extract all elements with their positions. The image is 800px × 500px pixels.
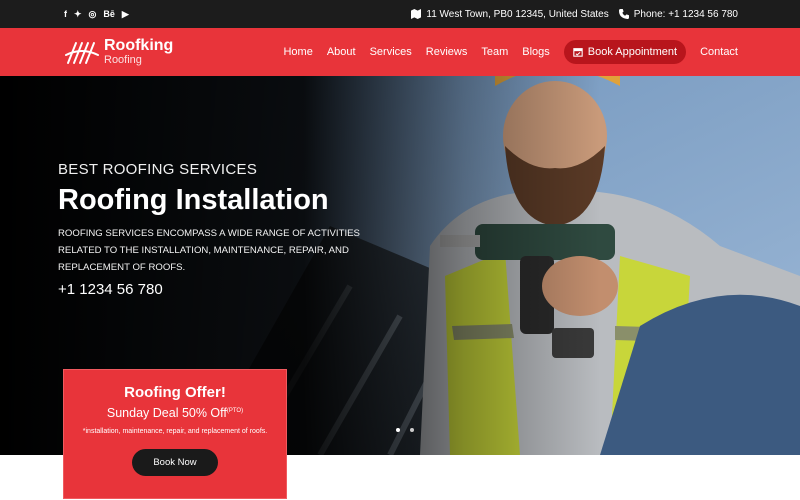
nav-blogs[interactable]: Blogs <box>522 46 550 58</box>
logo-title: Roofking <box>104 37 174 54</box>
phone-text[interactable]: Phone: +1 1234 56 780 <box>634 9 738 20</box>
book-appointment-button[interactable]: Book Appointment <box>563 40 687 64</box>
nav-home[interactable]: Home <box>283 46 312 58</box>
dribbble-icon[interactable]: ◎ <box>89 9 97 20</box>
phone-item: Phone: +1 1234 56 780 <box>618 9 738 20</box>
calendar-icon <box>573 48 583 57</box>
hero-phone[interactable]: +1 1234 56 780 <box>58 281 378 298</box>
hero-content: BEST ROOFING SERVICES Roofing Installati… <box>58 161 378 298</box>
slider-dot-1[interactable] <box>396 428 400 432</box>
logo[interactable]: Roofking Roofing <box>64 37 173 67</box>
behance-icon[interactable]: Bē <box>103 9 115 19</box>
top-contact-info: 11 West Town, PB0 12345, United States P… <box>411 9 738 20</box>
logo-subtitle: Roofing <box>104 54 142 66</box>
nav-contact[interactable]: Contact <box>700 46 738 58</box>
youtube-icon[interactable]: ▶ <box>122 9 129 20</box>
top-bar: f ✦ ◎ Bē ▶ 11 West Town, PB0 12345, Unit… <box>0 0 800 28</box>
hero-headline: Roofing Installation <box>58 184 329 216</box>
slider-dots <box>396 428 414 432</box>
nav-reviews[interactable]: Reviews <box>426 46 468 58</box>
nav-services[interactable]: Services <box>370 46 412 58</box>
offer-note: *installation, maintenance, repair, and … <box>82 428 268 435</box>
slider-dot-2[interactable] <box>410 428 414 432</box>
book-now-button[interactable]: Book Now <box>132 449 218 476</box>
map-icon <box>411 9 422 19</box>
nav-about[interactable]: About <box>327 46 356 58</box>
main-navbar: Roofking Roofing Home About Services Rev… <box>0 28 800 76</box>
offer-deal: Sunday Deal 50% Off(PTO) <box>64 406 286 420</box>
offer-card: Roofing Offer! Sunday Deal 50% Off(PTO) … <box>63 369 287 499</box>
offer-deal-text: Sunday Deal 50% Off <box>106 406 227 420</box>
hero-eyebrow: BEST ROOFING SERVICES <box>58 161 258 178</box>
twitter-icon[interactable]: ✦ <box>74 9 82 20</box>
hero-description: ROOFING SERVICES ENCOMPASS A WIDE RANGE … <box>58 228 360 273</box>
offer-deal-sup: (PTO) <box>226 407 244 414</box>
book-appointment-label: Book Appointment <box>587 46 678 58</box>
facebook-icon[interactable]: f <box>64 9 67 19</box>
social-links: f ✦ ◎ Bē ▶ <box>64 9 129 20</box>
nav-menu: Home About Services Reviews Team Blogs B… <box>283 40 738 64</box>
phone-icon <box>618 9 629 19</box>
roof-logo-icon <box>65 42 99 64</box>
address-item: 11 West Town, PB0 12345, United States <box>411 8 609 20</box>
logo-text: Roofking Roofing <box>104 38 173 66</box>
offer-title: Roofing Offer! <box>124 384 226 401</box>
address-text: 11 West Town, PB0 12345, United States <box>426 8 609 20</box>
nav-team[interactable]: Team <box>481 46 508 58</box>
